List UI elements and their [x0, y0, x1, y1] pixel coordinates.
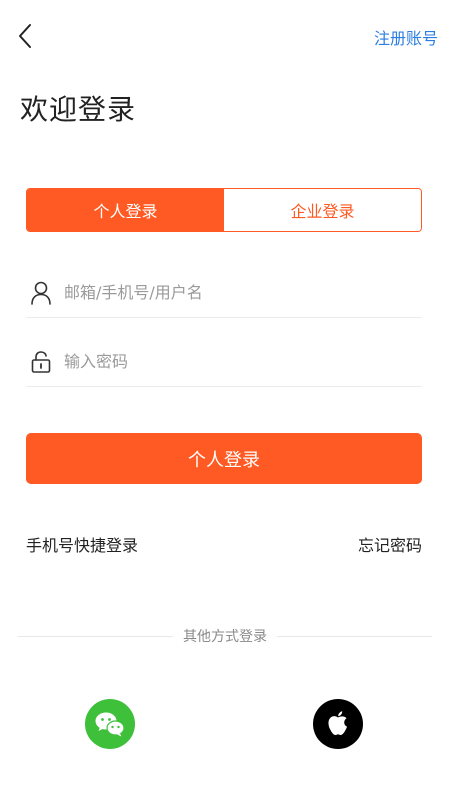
username-input[interactable] [64, 272, 422, 313]
divider-line-left [18, 635, 173, 637]
login-screen: 注册账号 欢迎登录 个人登录 企业登录 个人登录 手机号快捷登录 忘记密码 其他… [0, 0, 450, 800]
apple-login-button[interactable] [313, 699, 363, 749]
register-link[interactable]: 注册账号 [374, 25, 438, 49]
password-field-row [26, 337, 422, 387]
phone-quick-login-link[interactable]: 手机号快捷登录 [26, 532, 138, 556]
tab-personal-login[interactable]: 个人登录 [27, 189, 224, 231]
lock-icon [28, 349, 54, 375]
divider-line-right [277, 635, 432, 637]
apple-icon [328, 711, 347, 736]
other-login-divider: 其他方式登录 [18, 624, 432, 648]
username-field-row [26, 268, 422, 318]
back-button[interactable] [14, 22, 36, 50]
password-input[interactable] [64, 341, 422, 382]
page-title: 欢迎登录 [20, 93, 137, 126]
divider-text: 其他方式登录 [183, 629, 267, 645]
tab-enterprise-login[interactable]: 企业登录 [224, 189, 421, 231]
user-icon [28, 280, 54, 306]
login-type-tabs: 个人登录 企业登录 [26, 188, 422, 232]
login-button[interactable]: 个人登录 [26, 433, 422, 484]
wechat-icon [95, 712, 125, 737]
wechat-login-button[interactable] [85, 699, 135, 749]
chevron-left-icon [19, 24, 31, 48]
forgot-password-link[interactable]: 忘记密码 [358, 532, 422, 556]
